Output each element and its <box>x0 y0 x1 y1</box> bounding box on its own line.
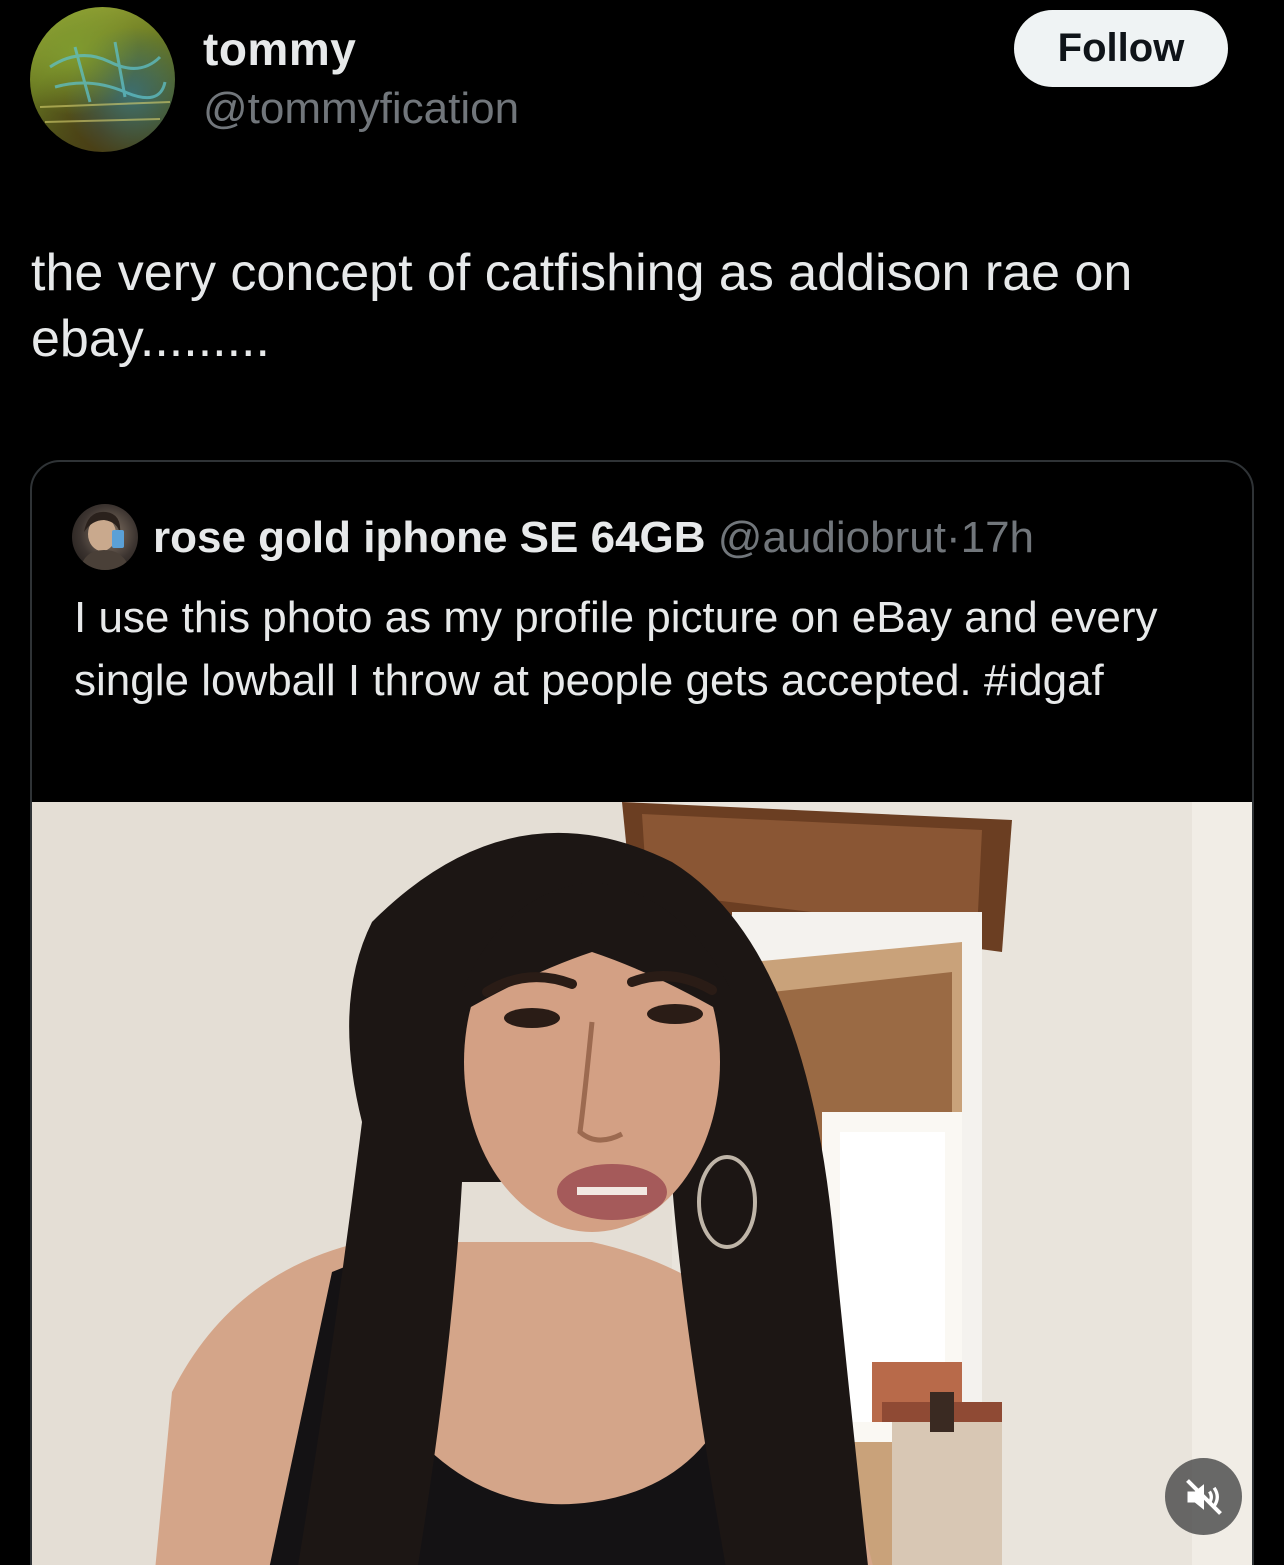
quoted-photo[interactable] <box>32 802 1252 1565</box>
separator-dot: · <box>945 513 961 562</box>
quoted-header: rose gold iphone SE 64GB @audiobrut·17h <box>153 510 1034 566</box>
author-avatar[interactable] <box>30 7 175 152</box>
quoted-tweet-card[interactable]: rose gold iphone SE 64GB @audiobrut·17h … <box>30 460 1254 1565</box>
quoted-author-avatar[interactable] <box>72 504 138 570</box>
quoted-timestamp[interactable]: 17h <box>961 513 1034 562</box>
post-text: the very concept of catfishing as addiso… <box>31 244 1133 368</box>
author-handle[interactable]: @tommyfication <box>203 84 519 134</box>
mute-toggle-button[interactable] <box>1165 1458 1242 1535</box>
tweet-screen: tommy @tommyfication Follow the very con… <box>0 0 1284 1565</box>
quoted-text: I use this photo as my profile picture o… <box>74 593 1158 705</box>
follow-button[interactable]: Follow <box>1014 10 1228 87</box>
author-name[interactable]: tommy <box>203 22 356 76</box>
quoted-author-handle[interactable]: @audiobrut <box>718 513 946 562</box>
quoted-author-name[interactable]: rose gold iphone SE 64GB <box>153 513 706 562</box>
speaker-muted-icon <box>1185 1478 1222 1515</box>
